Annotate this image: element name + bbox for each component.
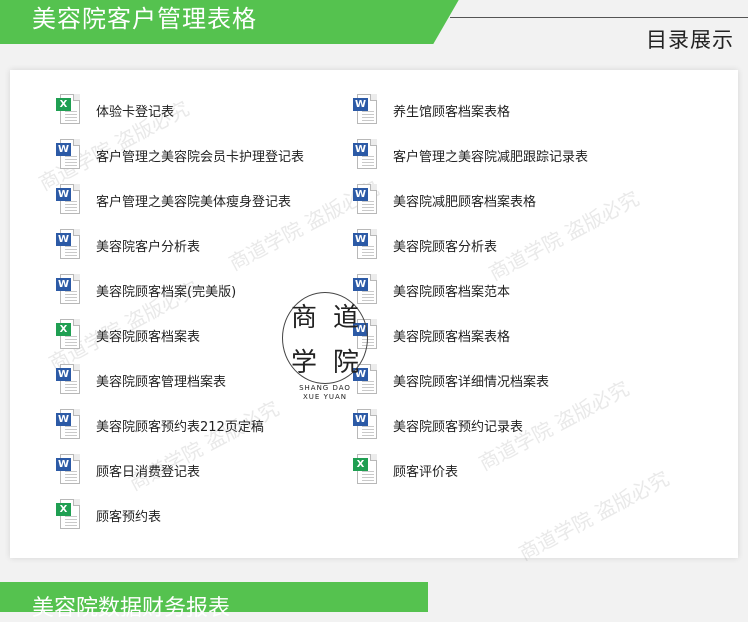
file-item[interactable]: W 美容院顾客预约表212页定稿: [56, 407, 264, 443]
excel-file-icon: X: [56, 319, 82, 351]
file-name: 美容院减肥顾客档案表格: [393, 194, 537, 210]
word-file-icon: W: [353, 139, 379, 171]
file-item[interactable]: W 美容院顾客档案(完美版): [56, 272, 236, 308]
file-item[interactable]: W 美容院顾客预约记录表: [353, 407, 523, 443]
file-name: 美容院顾客预约表212页定稿: [96, 419, 264, 435]
file-name: 美容院顾客预约记录表: [393, 419, 524, 435]
file-name: 顾客日消费登记表: [96, 464, 201, 480]
word-file-icon: W: [56, 409, 82, 441]
next-section-banner: 美容院数据财务报表: [0, 582, 428, 621]
word-file-icon: W: [56, 454, 82, 486]
shangdao-logo: 商 道 学 院 SHANG DAO XUE YUAN: [282, 292, 368, 402]
file-name: 美容院顾客档案表: [96, 329, 201, 345]
logo-characters: 商 道 学 院: [282, 292, 368, 384]
watermark: 商道学院 盗版必究: [514, 466, 673, 566]
file-name: 客户管理之美容院减肥跟踪记录表: [393, 149, 589, 165]
file-item[interactable]: W 养生馆顾客档案表格: [353, 92, 510, 128]
word-file-icon: W: [56, 274, 82, 306]
logo-char: 商: [290, 303, 317, 333]
logo-subtitle-line: SHANG DAO: [299, 384, 351, 392]
file-name: 顾客预约表: [96, 509, 162, 525]
file-item[interactable]: W 美容院顾客分析表: [353, 227, 497, 263]
file-item[interactable]: W 美容院顾客档案表格: [353, 317, 510, 353]
logo-char: 道: [332, 303, 359, 333]
catalog-heading: 目录展示: [646, 28, 734, 52]
word-file-icon: W: [353, 184, 379, 216]
file-list-panel: 商道学院 盗版必究 商道学院 盗版必究 商道学院 盗版必究 商道学院 盗版必究 …: [10, 70, 738, 565]
file-item[interactable]: W 客户管理之美容院会员卡护理登记表: [56, 137, 304, 173]
file-name: 客户管理之美容院会员卡护理登记表: [96, 149, 305, 165]
logo-char: 院: [332, 348, 359, 378]
file-item[interactable]: W 客户管理之美容院美体瘦身登记表: [56, 182, 291, 218]
word-file-icon: W: [353, 94, 379, 126]
file-name: 美容院顾客管理档案表: [96, 374, 227, 390]
file-item[interactable]: X 顾客预约表: [56, 497, 161, 533]
banner-skew-edge: [393, 0, 459, 44]
file-item[interactable]: W 美容院顾客档案范本: [353, 272, 510, 308]
page-title: 美容院客户管理表格: [32, 5, 257, 33]
file-item[interactable]: W 美容院顾客管理档案表: [56, 362, 226, 398]
file-name: 美容院顾客分析表: [393, 239, 498, 255]
logo-subtitle-line: XUE YUAN: [303, 393, 347, 401]
word-file-icon: W: [56, 229, 82, 261]
excel-file-icon: X: [353, 454, 379, 486]
file-item[interactable]: X 体验卡登记表: [56, 92, 174, 128]
file-item[interactable]: W 美容院减肥顾客档案表格: [353, 182, 536, 218]
file-name: 美容院顾客档案范本: [393, 284, 511, 300]
file-name: 顾客评价表: [393, 464, 459, 480]
header-divider: [450, 17, 748, 18]
file-item[interactable]: W 美容院顾客详细情况档案表: [353, 362, 549, 398]
file-item[interactable]: X 顾客评价表: [353, 452, 458, 488]
file-item[interactable]: W 美容院客户分析表: [56, 227, 200, 263]
file-name: 美容院顾客档案表格: [393, 329, 511, 345]
next-section-title: 美容院数据财务报表: [32, 596, 231, 621]
excel-file-icon: X: [56, 499, 82, 531]
logo-subtitle: SHANG DAO XUE YUAN: [282, 384, 368, 402]
title-banner: 美容院客户管理表格: [0, 0, 459, 44]
word-file-icon: W: [353, 229, 379, 261]
word-file-icon: W: [353, 409, 379, 441]
file-item[interactable]: W 顾客日消费登记表: [56, 452, 200, 488]
file-name: 美容院顾客详细情况档案表: [393, 374, 550, 390]
file-name: 养生馆顾客档案表格: [393, 104, 511, 120]
file-item[interactable]: X 美容院顾客档案表: [56, 317, 200, 353]
file-name: 客户管理之美容院美体瘦身登记表: [96, 194, 292, 210]
word-file-icon: W: [56, 184, 82, 216]
word-file-icon: W: [56, 139, 82, 171]
logo-char: 学: [290, 348, 317, 378]
excel-file-icon: X: [56, 94, 82, 126]
file-name: 美容院客户分析表: [96, 239, 201, 255]
file-name: 美容院顾客档案(完美版): [96, 284, 237, 300]
file-name: 体验卡登记表: [96, 104, 175, 120]
word-file-icon: W: [56, 364, 82, 396]
file-item[interactable]: W 客户管理之美容院减肥跟踪记录表: [353, 137, 588, 173]
